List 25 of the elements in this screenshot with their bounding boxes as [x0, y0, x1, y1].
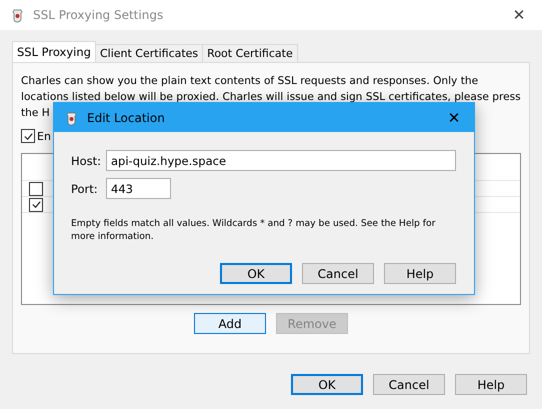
port-field[interactable]: 443 [106, 178, 171, 199]
dialog-button[interactable]: Cancel [373, 374, 445, 395]
description-text: the H [21, 106, 50, 121]
host-label: Host: [71, 154, 101, 168]
port-label: Port: [71, 182, 99, 196]
host-field[interactable]: api-quiz.hype.space [106, 150, 456, 171]
tab[interactable]: SSL Proxying [12, 41, 96, 62]
checkbox[interactable] [29, 198, 43, 212]
checkbox[interactable] [29, 182, 43, 196]
close-button[interactable]: ✕ [496, 0, 542, 30]
dialog-button[interactable]: OK [220, 263, 292, 284]
checkbox[interactable] [21, 129, 35, 143]
list-button[interactable]: Add [194, 313, 266, 334]
close-button[interactable]: ✕ [434, 103, 474, 132]
dialog-title: Edit Location [87, 110, 166, 124]
tab[interactable]: Root Certificate [202, 44, 298, 62]
dialog-button[interactable]: Help [384, 263, 456, 284]
dialog-button[interactable]: OK [291, 374, 363, 395]
checkbox-label: En [37, 130, 51, 142]
description-text: locations listed below will be proxied. Charles will issue and sign SSL certificates, please press [21, 90, 521, 105]
dialog-button[interactable]: Help [455, 374, 527, 395]
description-text: Charles can show you the plain text contents of SSL requests and responses. Only the [21, 74, 478, 89]
window-title: SSL Proxying Settings [33, 8, 164, 22]
hint-text: Empty fields match all values. Wildcards * and ? may be used. See the Help for more information. [71, 217, 436, 243]
dialog-button[interactable]: Cancel [302, 263, 374, 284]
